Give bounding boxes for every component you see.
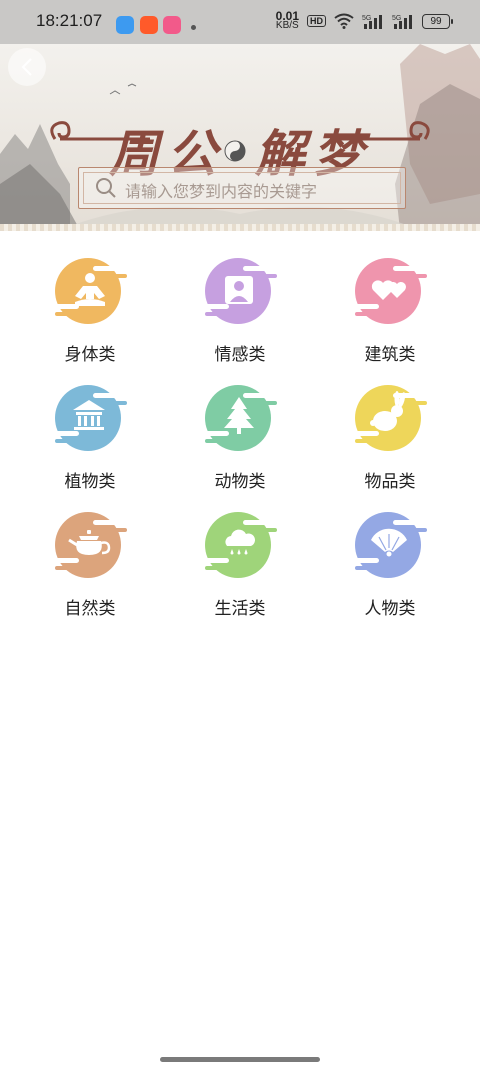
battery-indicator: 99 — [422, 13, 453, 29]
person-icon — [203, 258, 277, 324]
category-life[interactable]: 生活类 — [180, 504, 300, 624]
back-button[interactable] — [8, 48, 46, 86]
teapot-icon — [53, 512, 127, 578]
wifi-icon — [334, 13, 354, 29]
svg-text:5G: 5G — [362, 15, 371, 22]
category-label: 动物类 — [214, 472, 266, 492]
yin-yang-icon — [224, 140, 246, 162]
category-label: 植物类 — [64, 472, 116, 492]
category-plant[interactable]: 植物类 — [30, 377, 150, 497]
network-speed: 0.01 KB/S — [275, 9, 299, 31]
category-body[interactable]: 身体类 — [30, 250, 150, 370]
search-box[interactable]: 请输入您梦到内容的关键字 — [78, 167, 406, 209]
search-input[interactable]: 请输入您梦到内容的关键字 — [125, 178, 317, 202]
app-notification-icon-2 — [163, 16, 181, 34]
app-notification-icon — [140, 16, 158, 34]
rabbit-icon — [353, 385, 427, 451]
category-label: 物品类 — [364, 472, 416, 492]
category-animal[interactable]: 动物类 — [180, 377, 300, 497]
category-goods[interactable]: 物品类 — [330, 377, 450, 497]
pine-tree-icon — [203, 385, 277, 451]
category-emotion[interactable]: 情感类 — [180, 250, 300, 370]
category-label: 生活类 — [214, 599, 266, 619]
telegram-app-icon — [116, 16, 134, 34]
svg-text:5G: 5G — [392, 15, 401, 22]
category-people[interactable]: 人物类 — [330, 504, 450, 624]
hearts-icon — [353, 258, 427, 324]
category-nature[interactable]: 自然类 — [30, 504, 150, 624]
hd-badge: HD — [307, 15, 326, 27]
status-bar: 18:21:07 0.01 KB/S HD 5G 5G 99 — [0, 0, 480, 44]
rain-cloud-icon — [203, 512, 277, 578]
meditation-person-icon — [53, 258, 127, 324]
banner-divider — [0, 224, 480, 231]
header-banner: 周公 解梦 请输入您梦到内容的关键字 — [0, 44, 480, 230]
category-label: 建筑类 — [364, 345, 416, 365]
cell-signal-icon-2: 5G — [392, 15, 412, 29]
more-notifications-icon — [191, 25, 196, 30]
category-label: 人物类 — [364, 599, 416, 619]
cell-signal-icon: 5G — [362, 15, 382, 29]
home-indicator[interactable] — [160, 1057, 320, 1062]
category-label: 自然类 — [64, 599, 116, 619]
category-label: 身体类 — [64, 345, 116, 365]
fan-icon — [353, 512, 427, 578]
category-architecture[interactable]: 建筑类 — [330, 250, 450, 370]
category-label: 情感类 — [214, 345, 266, 365]
chevron-left-icon — [21, 58, 32, 76]
temple-icon — [53, 385, 127, 451]
status-time: 18:21:07 — [36, 11, 103, 30]
search-icon — [96, 178, 116, 198]
